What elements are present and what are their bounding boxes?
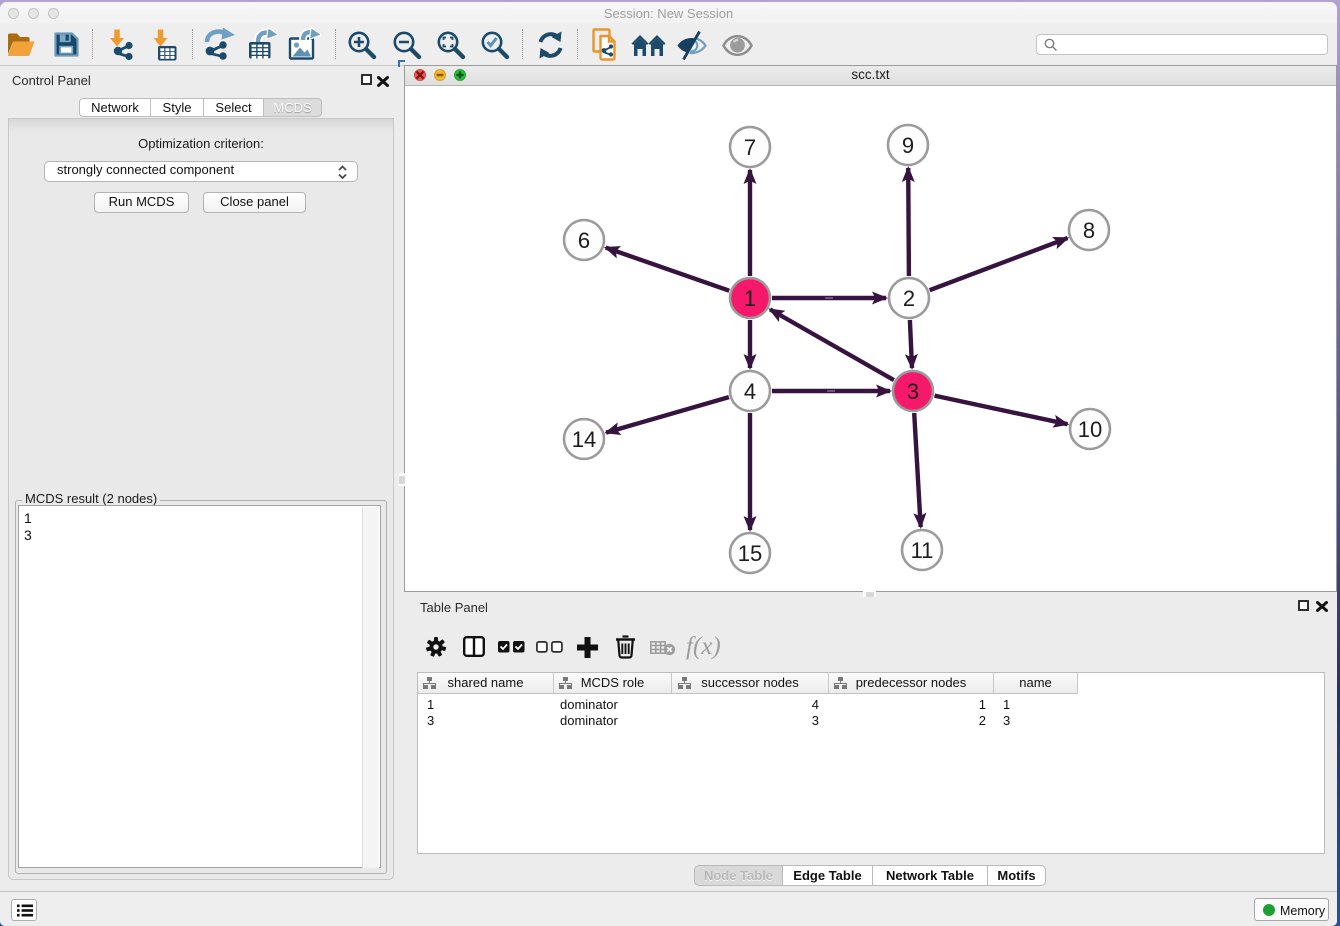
svg-text:2: 2 (903, 286, 915, 311)
svg-text:3: 3 (907, 379, 919, 404)
svg-text:1: 1 (744, 286, 756, 311)
svg-text:4: 4 (744, 379, 756, 404)
svg-text:9: 9 (902, 133, 914, 158)
svg-text:f(x): f(x) (686, 633, 721, 660)
svg-text:14: 14 (572, 427, 596, 452)
svg-text:8: 8 (1083, 218, 1095, 243)
svg-text:10: 10 (1078, 417, 1102, 442)
svg-text:7: 7 (744, 135, 756, 160)
svg-text:15: 15 (738, 541, 762, 566)
svg-text:6: 6 (578, 228, 590, 253)
svg-text:11: 11 (911, 538, 934, 563)
